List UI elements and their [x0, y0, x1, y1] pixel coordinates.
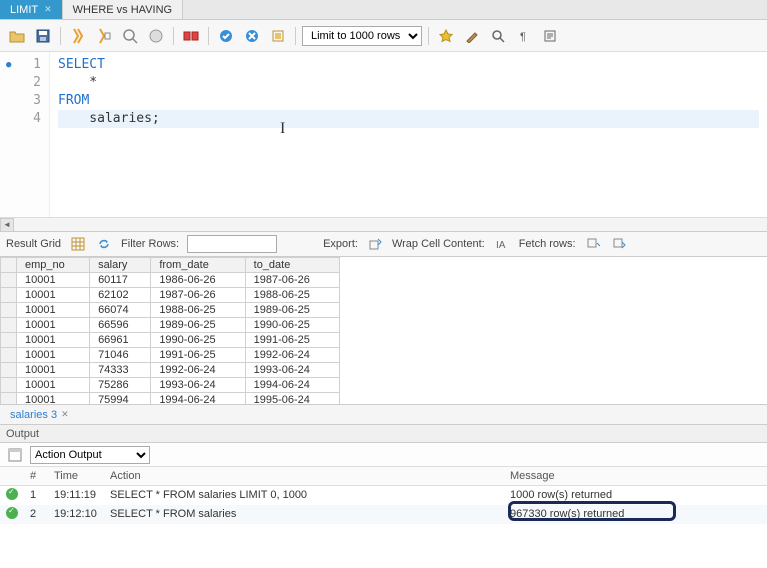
- grid-view-icon[interactable]: [69, 235, 87, 253]
- table-row[interactable]: 10001710461991-06-251992-06-24: [1, 348, 340, 363]
- col-salary[interactable]: salary: [90, 258, 151, 273]
- output-header: Output: [0, 425, 767, 443]
- fetch-all-icon[interactable]: [610, 235, 628, 253]
- action-row[interactable]: 2 19:12:10 SELECT * FROM salaries 967330…: [0, 505, 767, 524]
- open-file-icon[interactable]: [6, 25, 28, 47]
- sql-editor[interactable]: 1 2 3 4 SELECT * FROM salaries; I: [0, 52, 767, 217]
- wrap-icon[interactable]: [539, 25, 561, 47]
- tab-limit[interactable]: LIMIT ✕: [0, 0, 63, 19]
- table-row[interactable]: 10001601171986-06-261987-06-26: [1, 273, 340, 288]
- filter-rows-input[interactable]: [187, 235, 277, 253]
- wrap-cell-icon[interactable]: IA: [493, 235, 511, 253]
- result-tabs: salaries 3 ✕: [0, 405, 767, 425]
- table-row[interactable]: 10001743331992-06-241993-06-24: [1, 363, 340, 378]
- status-ok-icon: [6, 507, 18, 519]
- action-row[interactable]: 1 19:11:19 SELECT * FROM salaries LIMIT …: [0, 485, 767, 505]
- fetch-rows-label: Fetch rows:: [519, 238, 576, 250]
- editor-hscroll[interactable]: ◄: [0, 217, 767, 231]
- commit-icon[interactable]: [180, 25, 202, 47]
- toggle-invisible-icon[interactable]: ¶: [513, 25, 535, 47]
- result-tab-salaries[interactable]: salaries 3 ✕: [4, 407, 75, 423]
- table-row[interactable]: 10001665961989-06-251990-06-25: [1, 318, 340, 333]
- col-time: Time: [48, 467, 104, 485]
- code-area[interactable]: SELECT * FROM salaries; I: [50, 52, 767, 217]
- explain-icon[interactable]: [119, 25, 141, 47]
- col-to-date[interactable]: to_date: [245, 258, 339, 273]
- table-row[interactable]: 10001759941994-06-241995-06-24: [1, 393, 340, 406]
- result-toolbar: Result Grid Filter Rows: Export: Wrap Ce…: [0, 231, 767, 257]
- file-tabs: LIMIT ✕ WHERE vs HAVING: [0, 0, 767, 20]
- filter-rows-label: Filter Rows:: [121, 238, 179, 250]
- close-icon[interactable]: ✕: [44, 4, 52, 15]
- execute-icon[interactable]: [67, 25, 89, 47]
- sql-toolbar: Limit to 1000 rows ¶: [0, 20, 767, 52]
- table-row[interactable]: 10001752861993-06-241994-06-24: [1, 378, 340, 393]
- row-header: [1, 258, 17, 273]
- table-row[interactable]: 10001669611990-06-251991-06-25: [1, 333, 340, 348]
- output-type-select[interactable]: Action Output: [30, 446, 150, 464]
- col-message: Message: [504, 467, 767, 485]
- export-icon[interactable]: [366, 235, 384, 253]
- table-row[interactable]: 10001660741988-06-251989-06-25: [1, 303, 340, 318]
- col-num: #: [24, 467, 48, 485]
- table-row[interactable]: 10001621021987-06-261988-06-25: [1, 288, 340, 303]
- close-icon[interactable]: ✕: [61, 409, 69, 420]
- favorite-icon[interactable]: [435, 25, 457, 47]
- refresh-icon[interactable]: [95, 235, 113, 253]
- scroll-left-icon[interactable]: ◄: [0, 218, 14, 232]
- output-toolbar: Action Output: [0, 443, 767, 467]
- output-panel: # Time Action Message 1 19:11:19 SELECT …: [0, 467, 767, 568]
- export-label: Export:: [323, 238, 358, 250]
- toggle-autocommit-icon[interactable]: [267, 25, 289, 47]
- wrap-cell-label: Wrap Cell Content:: [392, 238, 485, 250]
- svg-text:IA: IA: [496, 240, 506, 251]
- tab-where-vs-having[interactable]: WHERE vs HAVING: [63, 0, 183, 19]
- col-action: Action: [104, 467, 504, 485]
- beautify-icon[interactable]: [461, 25, 483, 47]
- search-icon[interactable]: [487, 25, 509, 47]
- stop-icon[interactable]: [145, 25, 167, 47]
- status-ok-icon: [6, 488, 18, 500]
- tab-label: WHERE vs HAVING: [73, 4, 172, 16]
- result-grid[interactable]: emp_no salary from_date to_date 10001601…: [0, 257, 767, 405]
- execute-current-icon[interactable]: [93, 25, 115, 47]
- fetch-next-icon[interactable]: [584, 235, 602, 253]
- col-emp-no[interactable]: emp_no: [17, 258, 90, 273]
- cancel-icon[interactable]: [241, 25, 263, 47]
- col-from-date[interactable]: from_date: [151, 258, 245, 273]
- check-icon[interactable]: [215, 25, 237, 47]
- svg-text:¶: ¶: [520, 31, 526, 43]
- limit-rows-select[interactable]: Limit to 1000 rows: [302, 26, 422, 46]
- line-gutter: 1 2 3 4: [0, 52, 50, 217]
- layout-icon[interactable]: [6, 446, 24, 464]
- save-icon[interactable]: [32, 25, 54, 47]
- tab-label: LIMIT: [10, 4, 38, 16]
- result-grid-label: Result Grid: [6, 238, 61, 250]
